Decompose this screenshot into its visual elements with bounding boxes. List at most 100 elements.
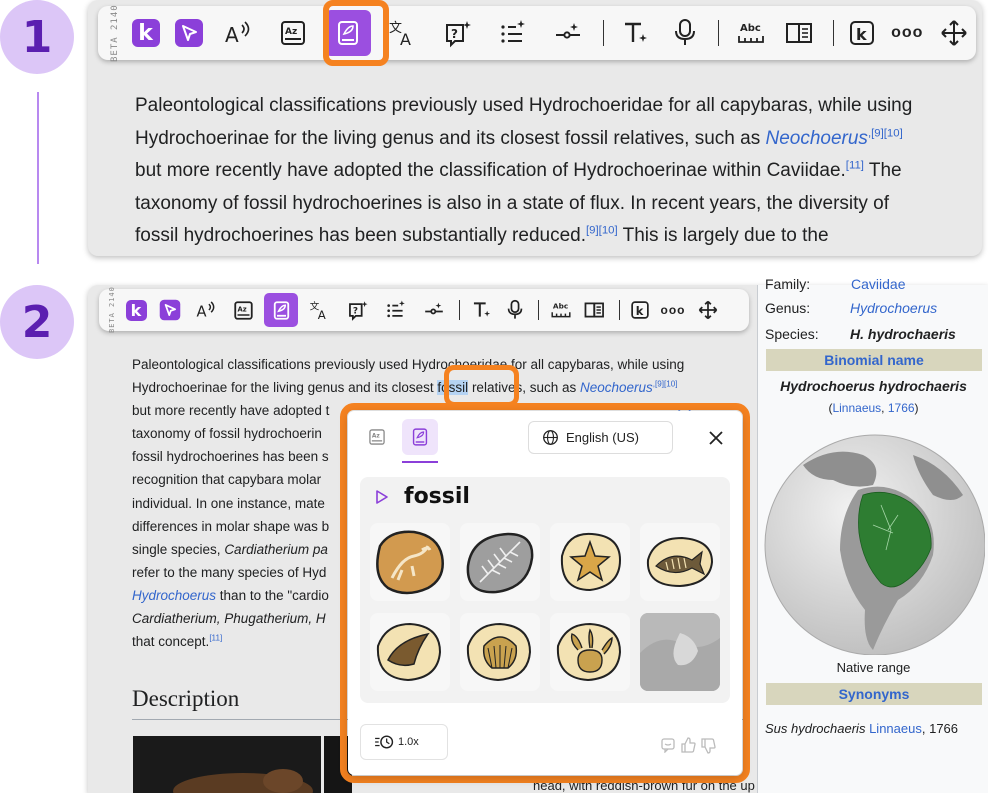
svg-text:?: ? [451,27,458,41]
playback-speed-button[interactable]: 1.0x [360,724,448,760]
translate-button[interactable]: 文A [301,291,339,329]
close-button[interactable] [705,427,727,449]
simplify-button[interactable] [415,291,453,329]
svg-text:A: A [225,23,239,47]
family-link[interactable]: Caviidae [851,276,905,292]
text-style-button[interactable] [466,291,498,329]
svg-text:k: k [856,25,867,44]
kurzweil-app-button[interactable]: k [626,291,654,329]
binomial-authority: (Linnaeus, 1766) [828,401,919,415]
more-options-button[interactable]: ooo [882,9,933,57]
native-range-map [764,434,985,655]
dictionary-tab[interactable]: Az [363,423,391,451]
highlight-picture-dictionary-button [323,0,389,66]
more-options-button[interactable]: ooo [654,291,692,329]
citation-link[interactable]: [11] [209,634,222,643]
leaf-fossil-icon [466,532,534,594]
list-sparkle-icon [501,20,525,43]
fossil-photo-icon [640,613,720,691]
thumbs-down-icon [701,738,716,754]
question-sparkle-icon: ? [445,21,471,48]
neochoerus-link[interactable]: Neochoerus [580,380,653,395]
read-aloud-button[interactable]: A [187,291,225,329]
play-pronunciation-button[interactable] [370,486,392,508]
svg-text:A: A [285,27,292,37]
read-aloud-button[interactable]: A [210,9,265,57]
reader-mode-button[interactable] [577,291,613,329]
toolbar-separator [538,300,539,320]
binomial-name-header: Binomial name [766,349,982,371]
reader-mode-button[interactable] [774,9,825,57]
kurzweil-logo-button[interactable]: k [124,9,167,57]
simplify-button[interactable] [540,9,595,57]
picture-dictionary-tab[interactable] [402,419,438,455]
cursor-icon [174,19,203,47]
text-sparkle-icon [624,22,647,42]
kurzweil-app-button[interactable]: k [842,9,881,57]
citation-link[interactable]: ,[9][10] [653,380,678,389]
neochoerus-link[interactable]: Neochoerus [765,128,867,149]
dictionary-button[interactable]: Az [225,291,261,329]
fossil-image-shell[interactable] [460,613,540,691]
tooth-fossil-icon [376,622,442,682]
fossil-image-tooth[interactable] [370,613,450,691]
starfish-fossil-icon [560,532,622,592]
citation-link[interactable]: ,[9][10] [868,127,903,139]
select-cursor-button[interactable] [167,9,210,57]
spell-check-button[interactable]: Abc [545,291,577,329]
fossil-image-starfish[interactable] [550,523,630,601]
summarize-list-button[interactable] [485,9,540,57]
microphone-icon [507,299,523,319]
hydrochoerus-link[interactable]: Hydrochoerus [132,588,216,603]
thumbs-up-button[interactable] [680,737,698,755]
linnaeus-link[interactable]: Linnaeus [832,401,881,415]
text-style-button[interactable] [612,9,659,57]
move-toolbar-handle[interactable] [933,9,976,57]
toolbar-separator [619,300,620,320]
speed-clock-icon [375,735,394,749]
dictionary-az-icon: Az [233,300,253,320]
microphone-icon [674,19,695,45]
year-link[interactable]: 1766 [888,401,915,415]
dictionary-button[interactable]: Az [265,9,320,57]
picture-dictionary-button[interactable] [261,291,301,329]
summarize-list-button[interactable] [377,291,415,329]
dictation-button[interactable] [498,291,532,329]
genus-link[interactable]: Hydrochoerus [850,300,937,316]
move-arrows-icon [941,20,968,46]
feedback-comment-button[interactable] [660,737,678,755]
synonym-author-link[interactable]: Linnaeus [869,721,922,736]
read-aloud-icon: A [225,21,250,47]
ask-question-button[interactable]: ? [339,291,377,329]
translate-icon: 文A [389,21,411,48]
map-caption: Native range [836,660,911,675]
toolbar-separator [718,20,720,46]
shell-fossil-icon [466,622,532,682]
dictation-button[interactable] [659,9,710,57]
thumbs-up-icon [681,737,696,753]
citation-link[interactable]: [11] [846,160,864,172]
synonym-entry: Sus hydrochaeris Linnaeus, 1766 [765,721,959,736]
ask-question-button[interactable]: ? [430,9,485,57]
thumbs-down-button[interactable] [700,738,718,756]
move-toolbar-handle[interactable] [692,291,724,329]
fossil-image-dinosaur[interactable] [370,523,450,601]
section-heading-description: Description [132,686,240,711]
text-sparkle-icon [473,302,491,317]
kurzweil-outline-icon: k [850,21,875,45]
citation-link[interactable]: [9][10] [586,225,618,237]
synonyms-header: Synonyms [766,683,982,705]
fossil-image-footprint[interactable] [550,613,630,691]
fossil-image-fish[interactable] [640,523,720,601]
select-cursor-button[interactable] [153,291,187,329]
spell-check-button[interactable]: Abc [727,9,774,57]
book-icon [584,302,604,318]
fossil-image-leaf[interactable] [460,523,540,601]
word-card: fossil [360,477,730,703]
dictionary-az-icon: Az [280,21,305,45]
language-select[interactable]: English (US) [528,421,673,454]
reader-toolbar-large: BETA 2140 k A Az 文A ? Abc k ooo [98,4,976,62]
spell-check-icon: Abc [551,302,571,318]
fossil-image-photo[interactable] [640,613,720,691]
kurzweil-logo-button[interactable]: k [119,291,153,329]
